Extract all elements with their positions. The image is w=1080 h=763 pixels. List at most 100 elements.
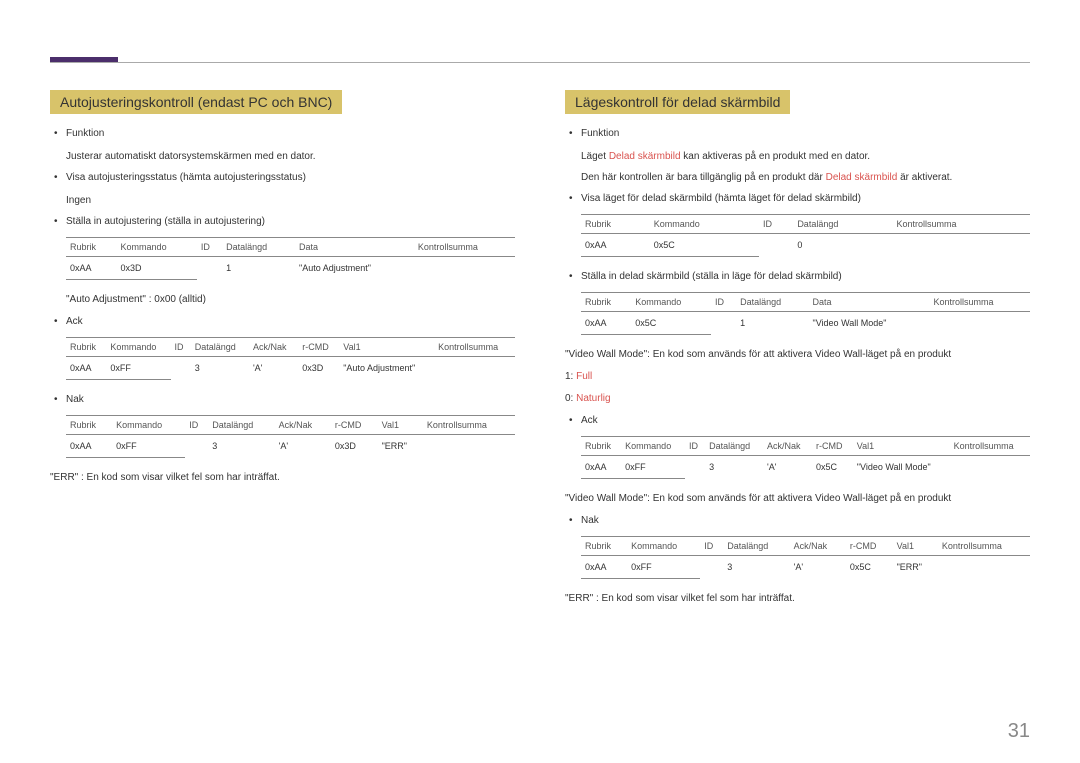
left-table-1: Rubrik Kommando ID Datalängd Data Kontro…: [66, 237, 515, 280]
funktion-desc-r1: Läget Delad skärmbild kan aktiveras på e…: [565, 149, 1030, 164]
top-rule: [50, 62, 1030, 63]
td: [685, 456, 705, 479]
th: Kontrollsumma: [423, 416, 515, 435]
err-note-right: "ERR" : En kod som visar vilket fel som …: [565, 591, 1030, 607]
th: Kommando: [650, 215, 759, 234]
td: 0x3D: [331, 435, 378, 458]
page-number: 31: [1008, 720, 1030, 743]
th: Data: [809, 293, 930, 312]
th: ID: [197, 238, 222, 257]
td: 0x5C: [812, 456, 853, 479]
txt: kan aktiveras på en produkt med en dator…: [681, 151, 871, 162]
th: Ack/Nak: [763, 437, 812, 456]
funktion-desc: Justerar automatiskt datorsystemskärmen …: [50, 149, 515, 164]
td: 0xAA: [581, 456, 621, 479]
th: Kommando: [106, 338, 170, 357]
td: "Video Wall Mode": [853, 456, 950, 479]
td: 0xAA: [581, 234, 650, 257]
bullet-visa-r: Visa läget för delad skärmbild (hämta lä…: [581, 191, 1030, 206]
td: [759, 234, 793, 257]
td: [423, 435, 515, 458]
vwm-note1: "Video Wall Mode": En kod som används fö…: [565, 347, 1030, 363]
bullet-nak-r: Nak: [581, 513, 1030, 528]
th: r-CMD: [846, 537, 893, 556]
td: "Video Wall Mode": [809, 312, 930, 335]
td: 0xAA: [66, 435, 112, 458]
th: Val1: [853, 437, 950, 456]
th: Val1: [339, 338, 434, 357]
td: 1: [736, 312, 808, 335]
highlight-text: Delad skärmbild: [826, 172, 898, 183]
td: 0xAA: [66, 257, 117, 280]
td: 3: [191, 357, 249, 380]
th: Kommando: [112, 416, 185, 435]
td: 0: [793, 234, 892, 257]
bullet-nak: Nak: [66, 392, 515, 407]
th: Rubrik: [66, 238, 117, 257]
td: [171, 357, 191, 380]
th: Rubrik: [66, 416, 112, 435]
th: Kommando: [117, 238, 197, 257]
td: 0x5C: [846, 556, 893, 579]
td: [414, 257, 515, 280]
td: [938, 556, 1030, 579]
left-table-2: Rubrik Kommando ID Datalängd Ack/Nak r-C…: [66, 337, 515, 380]
th: Datalängd: [191, 338, 249, 357]
th: Kontrollsumma: [434, 338, 515, 357]
td: "ERR": [378, 435, 423, 458]
th: Kommando: [621, 437, 685, 456]
auto-adj-note: "Auto Adjustment" : 0x00 (alltid): [50, 292, 515, 308]
bullet-stalla-r: Ställa in delad skärmbild (ställa in läg…: [581, 269, 1030, 284]
th: ID: [185, 416, 208, 435]
content-columns: Autojusteringskontroll (endast PC och BN…: [50, 90, 1030, 613]
txt: 1:: [565, 371, 576, 382]
opt-1: 1: Full: [565, 369, 1030, 385]
td: 0xFF: [106, 357, 170, 380]
th: Ack/Nak: [275, 416, 331, 435]
td: 1: [222, 257, 295, 280]
td: 0x3D: [298, 357, 339, 380]
td: 0xAA: [581, 556, 627, 579]
highlight-text: Full: [576, 371, 592, 382]
th: Datalängd: [222, 238, 295, 257]
right-table-2: Rubrik Kommando ID Datalängd Data Kontro…: [581, 292, 1030, 335]
th: Data: [295, 238, 414, 257]
td: 0xAA: [66, 357, 106, 380]
td: 'A': [790, 556, 846, 579]
highlight-text: Naturlig: [576, 393, 610, 404]
th: Rubrik: [581, 437, 621, 456]
right-heading: Lägeskontroll för delad skärmbild: [565, 90, 790, 114]
td: 'A': [275, 435, 331, 458]
td: "ERR": [893, 556, 938, 579]
left-table-3: Rubrik Kommando ID Datalängd Ack/Nak r-C…: [66, 415, 515, 458]
td: 0x3D: [117, 257, 197, 280]
th: Rubrik: [581, 215, 650, 234]
err-note-left: "ERR" : En kod som visar vilket fel som …: [50, 470, 515, 486]
bullet-ack: Ack: [66, 314, 515, 329]
td: 3: [723, 556, 789, 579]
th: r-CMD: [298, 338, 339, 357]
opt-0: 0: Naturlig: [565, 391, 1030, 407]
td: [950, 456, 1030, 479]
th: Datalängd: [208, 416, 274, 435]
th: Datalängd: [736, 293, 808, 312]
td: "Auto Adjustment": [339, 357, 434, 380]
td: [197, 257, 222, 280]
right-column: Lägeskontroll för delad skärmbild Funkti…: [565, 90, 1030, 613]
th: ID: [685, 437, 705, 456]
th: Kontrollsumma: [930, 293, 1031, 312]
th: Ack/Nak: [790, 537, 846, 556]
td: "Auto Adjustment": [295, 257, 414, 280]
td: [930, 312, 1031, 335]
th: Rubrik: [66, 338, 106, 357]
left-heading: Autojusteringskontroll (endast PC och BN…: [50, 90, 342, 114]
vwm-note2: "Video Wall Mode": En kod som används fö…: [565, 491, 1030, 507]
th: Datalängd: [793, 215, 892, 234]
td: 3: [208, 435, 274, 458]
th: Kontrollsumma: [950, 437, 1030, 456]
th: Ack/Nak: [249, 338, 298, 357]
txt: Den här kontrollen är bara tillgänglig p…: [581, 172, 826, 183]
td: 0x5C: [631, 312, 711, 335]
th: Datalängd: [705, 437, 763, 456]
visa-desc: Ingen: [50, 193, 515, 208]
